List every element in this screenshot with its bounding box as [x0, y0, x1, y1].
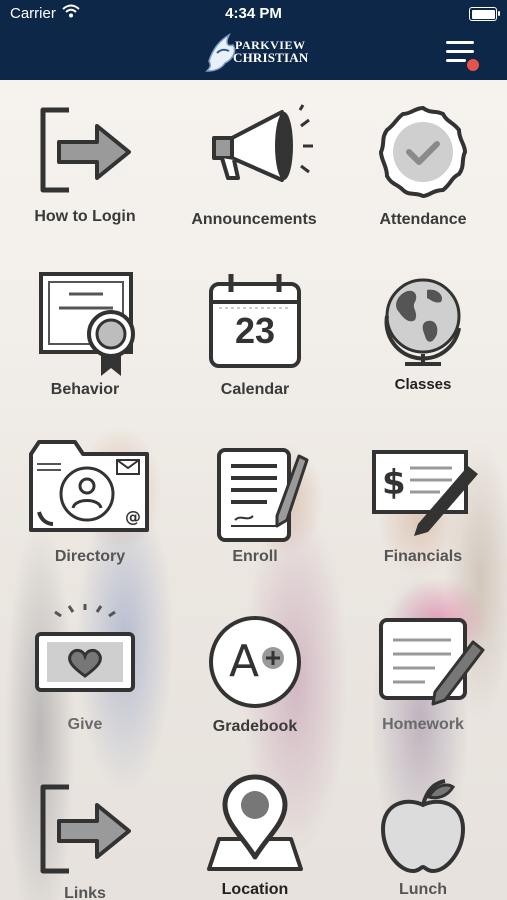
login-arrow-icon — [40, 107, 131, 193]
globe-icon — [384, 278, 461, 366]
tile-label: Lunch — [399, 881, 447, 898]
certificate-icon — [39, 272, 135, 376]
tile-classes[interactable]: Classes — [353, 270, 493, 405]
tile-label: Enroll — [232, 548, 278, 565]
menu-button[interactable] — [444, 39, 480, 73]
notepad-pencil-icon — [379, 618, 485, 706]
tile-label: Behavior — [50, 381, 120, 398]
tile-give[interactable]: Give — [15, 600, 155, 740]
notification-dot — [466, 58, 480, 72]
svg-text:$: $ — [382, 463, 406, 503]
tile-label: Attendance — [379, 211, 467, 228]
tile-gradebook[interactable]: A Gradebook — [185, 600, 325, 740]
tile-links[interactable]: Links — [15, 775, 155, 900]
logo-text-christian: CHRISTIAN — [233, 50, 309, 65]
tile-label: Links — [64, 885, 106, 900]
tile-financials[interactable]: $ Financials — [348, 432, 498, 572]
link-arrow-icon — [40, 784, 131, 874]
megaphone-icon — [212, 104, 313, 182]
tile-behavior[interactable]: Behavior — [15, 270, 155, 405]
document-pen-icon — [217, 448, 309, 542]
tile-calendar[interactable]: 23 Calendar — [185, 270, 325, 405]
tile-label: Announcements — [191, 211, 317, 228]
grade-letter: A — [228, 636, 260, 687]
map-pin-icon — [207, 774, 303, 871]
tile-label: Financials — [383, 548, 463, 565]
tile-label: Classes — [394, 376, 452, 393]
tile-label: Homework — [382, 716, 464, 733]
tile-label: How to Login — [34, 208, 136, 225]
badge-check-icon — [378, 105, 468, 199]
status-bar: Carrier 4:34 PM — [0, 0, 507, 28]
tile-attendance[interactable]: Attendance — [353, 100, 493, 232]
hamburger-line — [446, 50, 474, 53]
tile-how-to-login[interactable]: How to Login — [15, 100, 155, 232]
tile-label: Directory — [54, 548, 126, 565]
app-screen: Carrier 4:34 PM PARKVIEW CHRISTIAN How t… — [0, 0, 507, 900]
tile-location[interactable]: Location — [185, 774, 325, 900]
calendar-day-number: 23 — [234, 310, 276, 351]
tile-label: Calendar — [220, 381, 290, 398]
tile-label: Give — [67, 716, 103, 733]
check-pen-icon: $ — [372, 450, 478, 536]
hamburger-menu-icon — [446, 41, 474, 44]
tile-label: Gradebook — [212, 718, 298, 735]
tile-lunch[interactable]: Lunch — [353, 775, 493, 900]
tile-directory[interactable]: @ Directory — [15, 432, 165, 572]
tile-enroll[interactable]: Enroll — [185, 432, 325, 572]
hamburger-line — [446, 59, 466, 62]
tile-label: Location — [221, 881, 289, 898]
tile-announcements[interactable]: Announcements — [180, 100, 328, 232]
school-logo: PARKVIEW CHRISTIAN — [203, 29, 309, 77]
status-time: 4:34 PM — [225, 5, 282, 22]
header-bar: Carrier 4:34 PM PARKVIEW CHRISTIAN — [0, 0, 507, 80]
contact-card-icon: @ — [29, 440, 149, 532]
tile-homework[interactable]: Homework — [353, 600, 493, 740]
apple-icon — [380, 779, 466, 874]
svg-text:@: @ — [125, 507, 141, 526]
heart-bill-icon — [35, 604, 135, 692]
battery-icon — [469, 7, 500, 21]
